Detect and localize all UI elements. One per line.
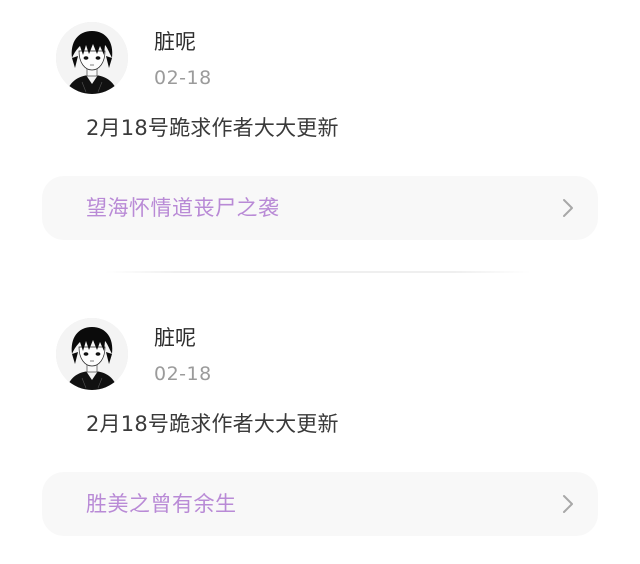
comment-item: 脏呢 02-18 2月18号跪求作者大大更新 望海怀情道丧尸之袭 <box>0 0 640 250</box>
comment-text: 2月18号跪求作者大大更新 <box>86 412 339 436</box>
username[interactable]: 脏呢 <box>154 29 196 55</box>
anime-avatar-icon <box>56 318 128 390</box>
chevron-right-icon <box>560 492 576 516</box>
book-title: 望海怀情道丧尸之袭 <box>86 196 280 220</box>
comment-item: 脏呢 02-18 2月18号跪求作者大大更新 胜美之曾有余生 <box>0 296 640 546</box>
book-link-card[interactable]: 胜美之曾有余生 <box>42 472 598 536</box>
username[interactable]: 脏呢 <box>154 325 196 351</box>
comment-feed: 脏呢 02-18 2月18号跪求作者大大更新 望海怀情道丧尸之袭 脏呢 02-1… <box>0 0 640 564</box>
book-title: 胜美之曾有余生 <box>86 492 237 516</box>
post-date: 02-18 <box>154 67 212 89</box>
avatar[interactable] <box>56 22 128 94</box>
divider <box>105 271 531 273</box>
anime-avatar-icon <box>56 22 128 94</box>
post-date: 02-18 <box>154 363 212 385</box>
avatar[interactable] <box>56 318 128 390</box>
comment-text: 2月18号跪求作者大大更新 <box>86 116 339 140</box>
chevron-right-icon <box>560 196 576 220</box>
book-link-card[interactable]: 望海怀情道丧尸之袭 <box>42 176 598 240</box>
